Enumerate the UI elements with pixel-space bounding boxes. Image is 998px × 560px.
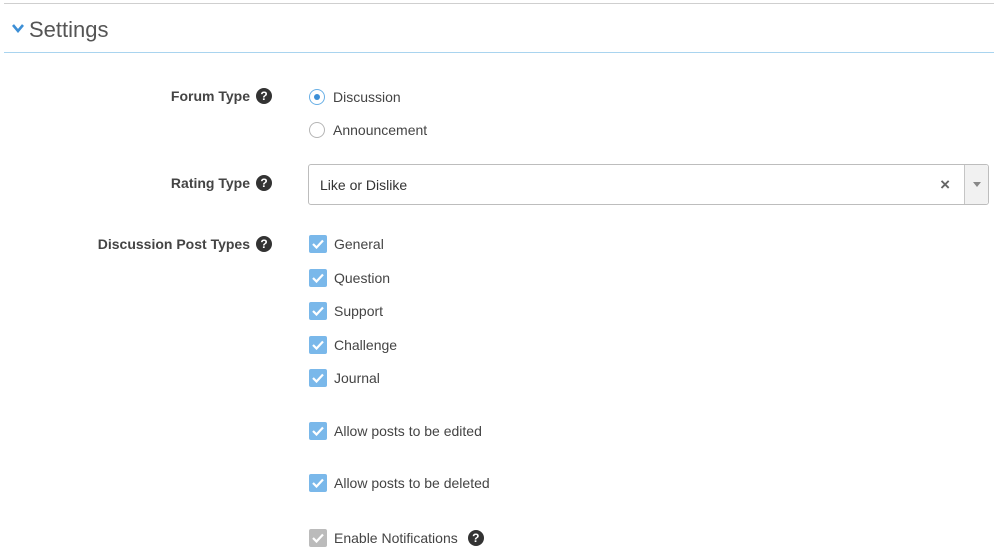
page-title: Settings bbox=[29, 17, 109, 42]
checkbox-checked[interactable] bbox=[309, 235, 327, 253]
checkbox-checked[interactable] bbox=[309, 422, 327, 440]
checkbox-journal-label[interactable]: Journal bbox=[334, 370, 380, 386]
radio-discussion-label[interactable]: Discussion bbox=[333, 89, 401, 105]
forum-type-label: Forum Type ? bbox=[171, 88, 272, 104]
checkbox-enable-notifications: Enable Notifications ? bbox=[309, 528, 484, 548]
checkbox-allow-edit-label[interactable]: Allow posts to be edited bbox=[334, 423, 482, 439]
rating-type-value: Like or Dislike bbox=[320, 177, 408, 193]
rating-type-label-text: Rating Type bbox=[170, 175, 250, 191]
checkbox-general[interactable]: General bbox=[309, 234, 384, 254]
checkbox-allow-edit[interactable]: Allow posts to be edited bbox=[309, 421, 482, 441]
clear-icon[interactable]: × bbox=[940, 175, 950, 195]
radio-announcement-label[interactable]: Announcement bbox=[333, 122, 427, 138]
help-icon[interactable]: ? bbox=[467, 530, 484, 546]
chevron-down-icon bbox=[973, 182, 981, 187]
checkbox-checked[interactable] bbox=[309, 302, 327, 320]
checkbox-question-label[interactable]: Question bbox=[334, 270, 390, 286]
settings-panel-header[interactable]: Settings bbox=[4, 4, 994, 53]
checkbox-question[interactable]: Question bbox=[309, 268, 390, 288]
help-icon[interactable]: ? bbox=[256, 88, 272, 104]
help-icon[interactable]: ? bbox=[256, 175, 272, 191]
checkbox-checked[interactable] bbox=[309, 269, 327, 287]
radio-discussion[interactable]: Discussion bbox=[309, 87, 401, 107]
forum-type-label-text: Forum Type bbox=[170, 88, 250, 104]
checkbox-journal[interactable]: Journal bbox=[309, 368, 380, 388]
radio-button-selected[interactable] bbox=[309, 89, 325, 105]
checkbox-allow-delete-label[interactable]: Allow posts to be deleted bbox=[334, 475, 490, 491]
discussion-post-types-label-text: Discussion Post Types bbox=[97, 236, 250, 252]
checkbox-challenge-label[interactable]: Challenge bbox=[334, 337, 397, 353]
checkbox-support-label[interactable]: Support bbox=[334, 303, 383, 319]
discussion-post-types-label: Discussion Post Types ? bbox=[98, 236, 272, 252]
checkbox-checked[interactable] bbox=[309, 474, 327, 492]
dropdown-toggle[interactable] bbox=[964, 165, 988, 204]
checkbox-checked[interactable] bbox=[309, 336, 327, 354]
radio-announcement[interactable]: Announcement bbox=[309, 120, 427, 140]
rating-type-label: Rating Type ? bbox=[171, 175, 272, 191]
checkbox-checked-disabled bbox=[309, 529, 327, 547]
chevron-down-icon[interactable] bbox=[12, 23, 24, 33]
checkbox-checked[interactable] bbox=[309, 369, 327, 387]
checkbox-support[interactable]: Support bbox=[309, 301, 383, 321]
checkbox-general-label[interactable]: General bbox=[334, 236, 384, 252]
checkbox-enable-notifications-label: Enable Notifications bbox=[334, 530, 458, 546]
help-icon[interactable]: ? bbox=[256, 236, 272, 252]
checkbox-challenge[interactable]: Challenge bbox=[309, 335, 397, 355]
rating-type-select[interactable]: Like or Dislike × bbox=[308, 164, 989, 205]
radio-button[interactable] bbox=[309, 122, 325, 138]
checkbox-allow-delete[interactable]: Allow posts to be deleted bbox=[309, 473, 490, 493]
